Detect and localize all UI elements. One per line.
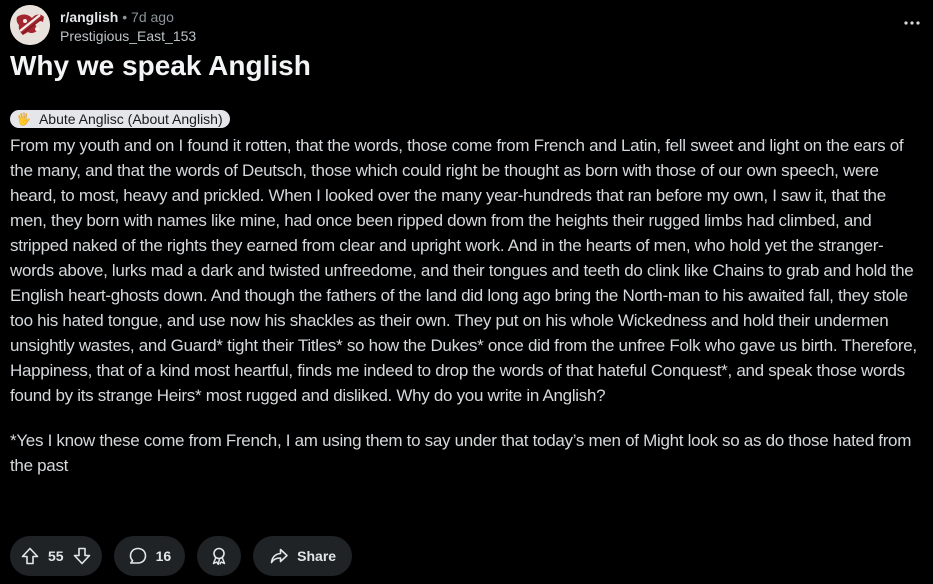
post-age: 7d ago bbox=[131, 9, 174, 25]
award-ribbon-icon bbox=[212, 547, 226, 566]
award-button[interactable] bbox=[197, 536, 242, 576]
meta-row: r/anglish • 7d ago bbox=[60, 8, 196, 26]
share-button[interactable]: Share bbox=[253, 536, 353, 576]
raised-hand-icon: 🖐 bbox=[16, 112, 31, 126]
comment-count: 16 bbox=[155, 548, 172, 564]
vote-count: 55 bbox=[48, 548, 64, 564]
post-flair[interactable]: 🖐 Abute Anglisc (About Anglish) bbox=[10, 110, 230, 128]
downvote-button[interactable] bbox=[70, 544, 94, 568]
more-horizontal-icon bbox=[904, 21, 920, 25]
vote-control: 55 bbox=[10, 536, 102, 576]
subreddit-link[interactable]: r/anglish bbox=[60, 9, 118, 25]
post-paragraph: From my youth and on I found it rotten, … bbox=[10, 136, 917, 405]
share-arrow-icon bbox=[270, 548, 288, 564]
post-title: Why we speak Anglish bbox=[10, 50, 311, 81]
share-label: Share bbox=[297, 548, 337, 564]
post-card: r/anglish • 7d ago Prestigious_East_153 … bbox=[0, 0, 933, 584]
speech-bubble-icon bbox=[129, 547, 146, 564]
post-header: r/anglish • 7d ago Prestigious_East_153 bbox=[10, 5, 196, 45]
subreddit-emblem-icon bbox=[10, 5, 50, 45]
post-paragraph: *Yes I know these come from French, I am… bbox=[10, 431, 912, 475]
author-link[interactable]: Prestigious_East_153 bbox=[60, 27, 196, 45]
meta-separator: • bbox=[122, 9, 128, 25]
upvote-button[interactable] bbox=[18, 544, 42, 568]
arrow-down-icon bbox=[73, 547, 90, 565]
post-meta: r/anglish • 7d ago Prestigious_East_153 bbox=[60, 8, 196, 45]
arrow-up-icon bbox=[21, 547, 39, 565]
subreddit-avatar[interactable] bbox=[10, 5, 50, 45]
post-action-bar: 55 16 Share bbox=[10, 536, 364, 576]
comments-button[interactable]: 16 bbox=[113, 536, 186, 576]
flair-label: Abute Anglisc (About Anglish) bbox=[38, 111, 223, 127]
overflow-menu-button[interactable] bbox=[899, 12, 925, 34]
post-body: From my youth and on I found it rotten, … bbox=[10, 133, 922, 498]
